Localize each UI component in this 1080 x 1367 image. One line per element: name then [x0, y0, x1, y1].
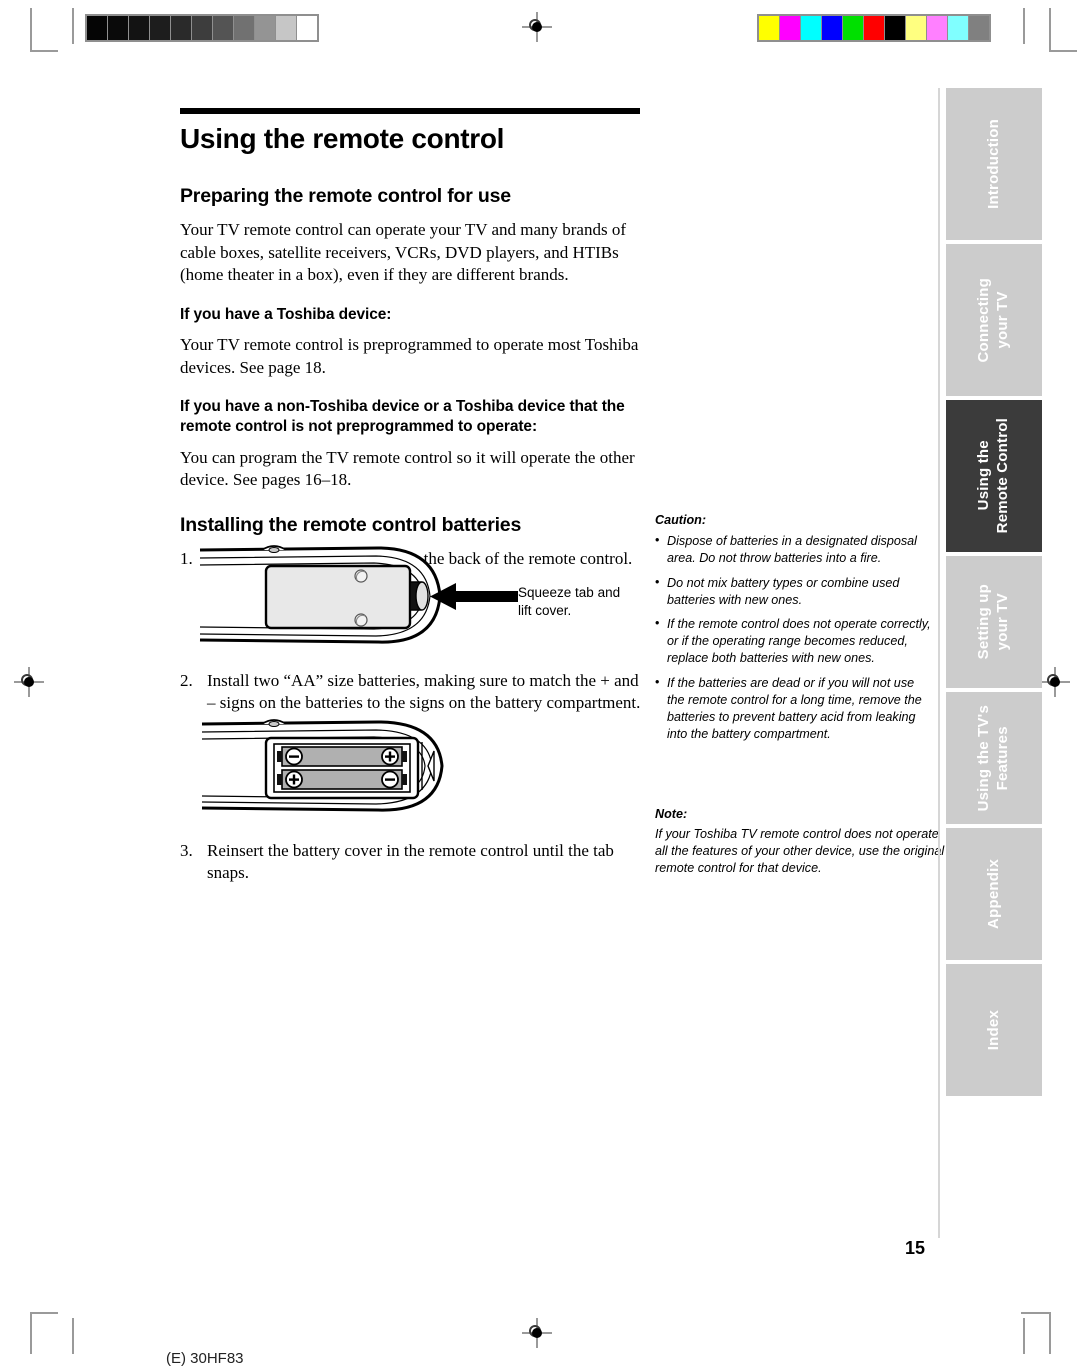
registration-mark-top	[522, 12, 552, 42]
color-patch	[948, 16, 968, 40]
figure-callout-squeeze-tab: Squeeze tab and lift cover.	[518, 585, 621, 619]
color-patch	[843, 16, 863, 40]
color-patch	[822, 16, 842, 40]
grayscale-patch	[150, 16, 170, 40]
color-patch	[906, 16, 926, 40]
title-rule	[180, 108, 640, 114]
chapter-tab-index[interactable]: Index	[946, 964, 1042, 1096]
chapter-tab-introduction[interactable]: Introduction	[946, 88, 1042, 240]
footer-model-code: (E) 30HF83	[166, 1350, 244, 1367]
caution-item: Dispose of batteries in a designated dis…	[655, 532, 935, 567]
chapter-tab-rail: Introduction Connecting your TV Using the …	[946, 88, 1042, 1100]
chapter-tab-label: Setting up your TV	[975, 584, 1011, 660]
chapter-tab-setting-up-your-tv[interactable]: Setting up your TV	[946, 556, 1042, 688]
grayscale-patch	[171, 16, 191, 40]
step-item-3: 3. Reinsert the battery cover in the rem…	[180, 840, 642, 885]
chapter-tab-appendix[interactable]: Appendix	[946, 828, 1042, 960]
caution-item: If the remote control does not operate c…	[655, 615, 935, 667]
grayscale-patch	[213, 16, 233, 40]
installation-step-3-wrapper: 3. Reinsert the battery cover in the rem…	[180, 840, 642, 889]
grayscale-patch	[255, 16, 275, 40]
chapter-tab-label: Connecting your TV	[975, 277, 1011, 363]
note-label: Note:	[655, 807, 688, 821]
grayscale-patch	[276, 16, 296, 40]
grayscale-calibration-strip	[85, 14, 319, 42]
color-patch	[864, 16, 884, 40]
registration-mark-left	[14, 667, 44, 697]
subsection-paragraph-non-toshiba-device: You can program the TV remote control so…	[180, 447, 635, 490]
caution-label: Caution:	[655, 513, 707, 527]
registration-mark-right	[1040, 667, 1070, 697]
color-patch	[780, 16, 800, 40]
color-patch	[885, 16, 905, 40]
caution-block: Caution: Dispose of batteries in a desig…	[655, 512, 935, 751]
manual-page: Using the remote control Preparing the r…	[0, 0, 1080, 1367]
caution-item: Do not mix battery types or combine used…	[655, 574, 935, 609]
page-title: Using the remote control	[180, 123, 505, 154]
grayscale-patch	[192, 16, 212, 40]
subsection-heading-non-toshiba-device: If you have a non-Toshiba device or a To…	[180, 398, 625, 436]
chapter-tab-using-the-remote-control[interactable]: Using the Remote Control	[946, 400, 1042, 552]
grayscale-patch	[108, 16, 128, 40]
crop-mark-bottom-left	[30, 1312, 76, 1358]
chapter-tab-using-the-tv-s-features[interactable]: Using the TV's Features	[946, 692, 1042, 824]
chapter-tab-label: Appendix	[984, 859, 1002, 929]
color-patch	[801, 16, 821, 40]
page-number: 15	[905, 1238, 926, 1258]
grayscale-patch	[234, 16, 254, 40]
chapter-tab-label: Using the Remote Control	[975, 418, 1011, 534]
section-heading-preparing: Preparing the remote control for use	[180, 184, 511, 207]
note-text: If your Toshiba TV remote control does n…	[655, 826, 945, 875]
color-patch	[927, 16, 947, 40]
note-block: Note: If your Toshiba TV remote control …	[655, 806, 945, 877]
color-patch	[969, 16, 989, 40]
crop-mark-bottom-right	[1005, 1312, 1051, 1358]
grayscale-patch	[297, 16, 317, 40]
chapter-tab-label: Introduction	[984, 119, 1002, 209]
crop-mark-top-left	[30, 8, 76, 54]
caution-list: Dispose of batteries in a designated dis…	[655, 532, 935, 743]
chapter-tab-connecting-your-tv[interactable]: Connecting your TV	[946, 244, 1042, 396]
step-number-2: 2.	[180, 671, 193, 690]
figure-battery-compartment	[182, 706, 492, 833]
main-content-column: Using the remote control Preparing the r…	[180, 108, 640, 575]
chapter-tab-label: Using the TV's Features	[975, 704, 1011, 812]
battery-compartment-illustration	[201, 719, 444, 812]
color-calibration-strip	[757, 14, 991, 42]
subsection-paragraph-toshiba-device: Your TV remote control is preprogrammed …	[180, 335, 639, 377]
tab-rail-divider	[938, 88, 940, 1238]
registration-mark-bottom	[522, 1318, 552, 1348]
grayscale-patch	[87, 16, 107, 40]
figure-remote-cover: Squeeze tab and lift cover.	[178, 532, 643, 663]
section-paragraph-preparing: Your TV remote control can operate your …	[180, 220, 627, 285]
color-patch	[759, 16, 779, 40]
chapter-tab-label: Index	[984, 1009, 1002, 1051]
step-text-3: Reinsert the battery cover in the remote…	[207, 841, 614, 883]
caution-item: If the batteries are dead or if you will…	[655, 674, 935, 743]
step-number-3: 3.	[180, 841, 193, 860]
subsection-heading-toshiba-device: If you have a Toshiba device:	[180, 305, 392, 323]
grayscale-patch	[129, 16, 149, 40]
crop-mark-top-right	[1005, 8, 1077, 54]
